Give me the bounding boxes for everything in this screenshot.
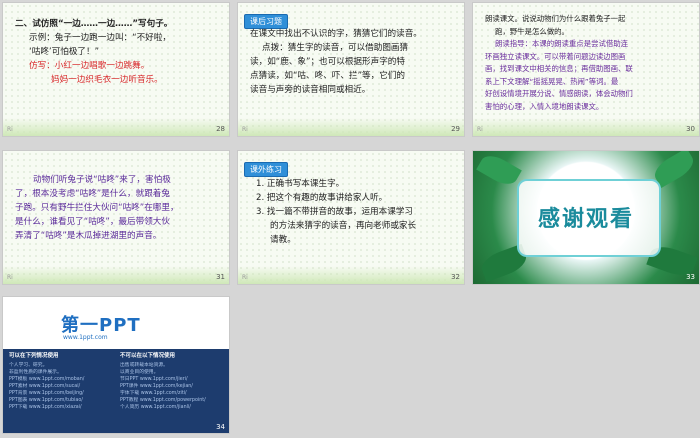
slide-text: 好创设情境开展分说、情感朗读，体会动物们 bbox=[485, 89, 633, 98]
page-number: 33 bbox=[686, 273, 695, 281]
slide-text: 是什么，谁看见了“咕咚”，最后带领大伙 bbox=[15, 217, 170, 227]
slide-text: 弄清了“咕咚”是木瓜掉进湖里的声音。 bbox=[15, 231, 162, 241]
page-number: 28 bbox=[216, 125, 225, 133]
slide-text: 在课文中找出不认识的字，猜猜它们的读音。 bbox=[250, 29, 422, 39]
slide-thumbnail-33[interactable]: 感谢观看 33 bbox=[472, 150, 700, 285]
section-tag: 课外练习 bbox=[244, 157, 288, 177]
slide-text: 示例：兔子一边跑一边叫：“不好啦， bbox=[29, 33, 171, 43]
slide-text: 妈妈一边织毛衣一边听音乐。 bbox=[51, 75, 163, 85]
promo-header: 第一PPT www.1ppt.com bbox=[3, 297, 229, 349]
slide-text: 朗读指导：本课的朗读重点是尝试借助连 bbox=[495, 39, 629, 48]
slide-text: 点拨：猜生字的读音，可以借助图画猜 bbox=[262, 43, 409, 53]
page-number: 29 bbox=[451, 125, 460, 133]
grass-decoration bbox=[238, 118, 464, 136]
slide-text: 动物们听兔子说“咕咚”来了，害怕极 bbox=[33, 175, 171, 185]
info-line: PPT图表 www.1ppt.com/tubiao/ bbox=[9, 398, 83, 403]
slide-text: ‘咕咚’可怕极了！” bbox=[29, 47, 100, 57]
slide-text: 害怕的心理，入情入境地朗读课文。 bbox=[485, 101, 604, 111]
slide-text: 仿写：小红一边唱歌一边跳舞。 bbox=[29, 61, 150, 71]
grass-decoration bbox=[3, 118, 229, 136]
info-line: PPT下载 www.1ppt.com/xiazai/ bbox=[9, 405, 82, 410]
slide-text: 跑，野牛是怎么做的。 bbox=[495, 26, 569, 36]
slide-text: 的方法来猜字的读音，再向老师或家长 bbox=[270, 221, 417, 231]
page-number: 30 bbox=[686, 125, 695, 133]
grass-decoration bbox=[473, 118, 699, 136]
slide-text: 读，如“鹿、象”；也可以根据形声字的特 bbox=[250, 57, 405, 67]
grass-decoration bbox=[238, 266, 464, 284]
slide-thumbnail-34[interactable]: 第一PPT www.1ppt.com 可以在下列情况使用 个人学习、研究。 非盈… bbox=[2, 296, 230, 434]
grass-decoration bbox=[3, 266, 229, 284]
slide-text: 系上下文理解“摇摇晃晃、热闹”等词。最 bbox=[485, 76, 619, 86]
slide-text: 环画独立读课文。可以带着问题边读边图画 bbox=[485, 51, 626, 61]
slide-corner-note: Ri bbox=[477, 126, 483, 133]
leaf-decoration bbox=[476, 151, 522, 190]
column-heading: 不可以在以下情况使用 bbox=[120, 353, 176, 359]
info-line: 个人简历 www.1ppt.com/jianli/ bbox=[120, 405, 191, 410]
info-line: PPT模板 www.1ppt.com/moban/ bbox=[9, 377, 85, 382]
slide-thumbnail-30[interactable]: 朗读课文。说说动物们为什么跟着兔子一起 跑，野牛是怎么做的。 朗读指导：本课的朗… bbox=[472, 2, 700, 137]
info-line: PPT素材 www.1ppt.com/sucai/ bbox=[9, 384, 81, 389]
slide-content: 朗读课文。说说动物们为什么跟着兔子一起 跑，野牛是怎么做的。 朗读指导：本课的朗… bbox=[485, 13, 689, 113]
info-line: PPT课件 www.1ppt.com/kejian/ bbox=[120, 384, 193, 389]
slide-content: 动物们听兔子说“咕咚”来了，害怕极 了，根本没考虑“咕咚”是什么，就跟着兔 子跑… bbox=[15, 173, 219, 243]
slide-content: 在课文中找出不认识的字，猜猜它们的读音。 点拨：猜生字的读音，可以借助图画猜 读… bbox=[250, 27, 454, 97]
slide-content: 二、试仿照“一边……一边……”写句子。 示例：兔子一边跑一边叫：“不好啦， ‘咕… bbox=[15, 17, 219, 87]
disallowed-uses-column: 不可以在以下情况使用 出售或转载本站资源。 以商业目的使用。 节日PPT www… bbox=[120, 353, 223, 411]
brand-url: www.1ppt.com bbox=[63, 334, 108, 341]
slide-corner-note: Ri bbox=[242, 126, 248, 133]
slide-content: 1. 正确书写本课生字。 2. 把这个有趣的故事讲给家人听。 3. 找一篇不带拼… bbox=[256, 177, 454, 247]
slide-text: 请教。 bbox=[270, 235, 296, 245]
slide-text: 子跑。只有野牛拦住大伙问“咕咚”在哪里， bbox=[15, 203, 179, 213]
info-line: PPT教程 www.1ppt.com/powerpoint/ bbox=[120, 398, 206, 403]
slide-corner-note: Ri bbox=[7, 274, 13, 281]
slide-text: 读音与声旁的读音相同或相近。 bbox=[250, 85, 371, 95]
allowed-uses-column: 可以在下列情况使用 个人学习、研究。 非盈利性质的课件展示。 PPT模板 www… bbox=[9, 353, 112, 411]
slide-text: 点猜读，如“咕、咚、吓、拦”等，它们的 bbox=[250, 71, 405, 81]
info-line: 字体下载 www.1ppt.com/ziti/ bbox=[120, 391, 187, 396]
info-line: 出售或转载本站资源。 bbox=[120, 363, 168, 368]
page-number: 34 bbox=[216, 423, 225, 431]
column-heading: 可以在下列情况使用 bbox=[9, 353, 59, 359]
slide-text: 3. 找一篇不带拼音的故事，运用本课学习 bbox=[256, 207, 414, 217]
page-number: 32 bbox=[451, 273, 460, 281]
info-line: 非盈利性质的课件展示。 bbox=[9, 370, 62, 375]
slide-text: 了，根本没考虑“咕咚”是什么，就跟着兔 bbox=[15, 189, 170, 199]
slide-corner-note: Ri bbox=[242, 274, 248, 281]
info-line: 个人学习、研究。 bbox=[9, 363, 48, 368]
info-line: 节日PPT www.1ppt.com/jieri/ bbox=[120, 377, 188, 382]
tag-label: 课外练习 bbox=[244, 162, 288, 177]
promo-info-panel: 可以在下列情况使用 个人学习、研究。 非盈利性质的课件展示。 PPT模板 www… bbox=[3, 349, 229, 433]
slide-text: 2. 把这个有趣的故事讲给家人听。 bbox=[256, 193, 388, 203]
slide-text: 1. 正确书写本课生字。 bbox=[256, 179, 345, 189]
slide-thumbnail-32[interactable]: 课外练习 1. 正确书写本课生字。 2. 把这个有趣的故事讲给家人听。 3. 找… bbox=[237, 150, 465, 285]
page-number: 31 bbox=[216, 273, 225, 281]
thanks-title: 感谢观看 bbox=[537, 207, 634, 232]
slide-thumbnail-28[interactable]: 二、试仿照“一边……一边……”写句子。 示例：兔子一边跑一边叫：“不好啦， ‘咕… bbox=[2, 2, 230, 137]
slide-thumbnail-29[interactable]: 课后习题 在课文中找出不认识的字，猜猜它们的读音。 点拨：猜生字的读音，可以借助… bbox=[237, 2, 465, 137]
slide-corner-note: Ri bbox=[7, 126, 13, 133]
slide-text: 画，找到课文中相关的信息；再借助图画、联 bbox=[485, 64, 633, 73]
slide-thumbnail-31[interactable]: 动物们听兔子说“咕咚”来了，害怕极 了，根本没考虑“咕咚”是什么，就跟着兔 子跑… bbox=[2, 150, 230, 285]
slide-text: 朗读课文。说说动物们为什么跟着兔子一起 bbox=[485, 14, 626, 23]
info-line: PPT背景 www.1ppt.com/beijing/ bbox=[9, 391, 84, 396]
section-tag: 课后习题 bbox=[244, 9, 288, 29]
info-line: 以商业目的使用。 bbox=[120, 370, 159, 375]
slide-text: 二、试仿照“一边……一边……”写句子。 bbox=[15, 19, 173, 29]
